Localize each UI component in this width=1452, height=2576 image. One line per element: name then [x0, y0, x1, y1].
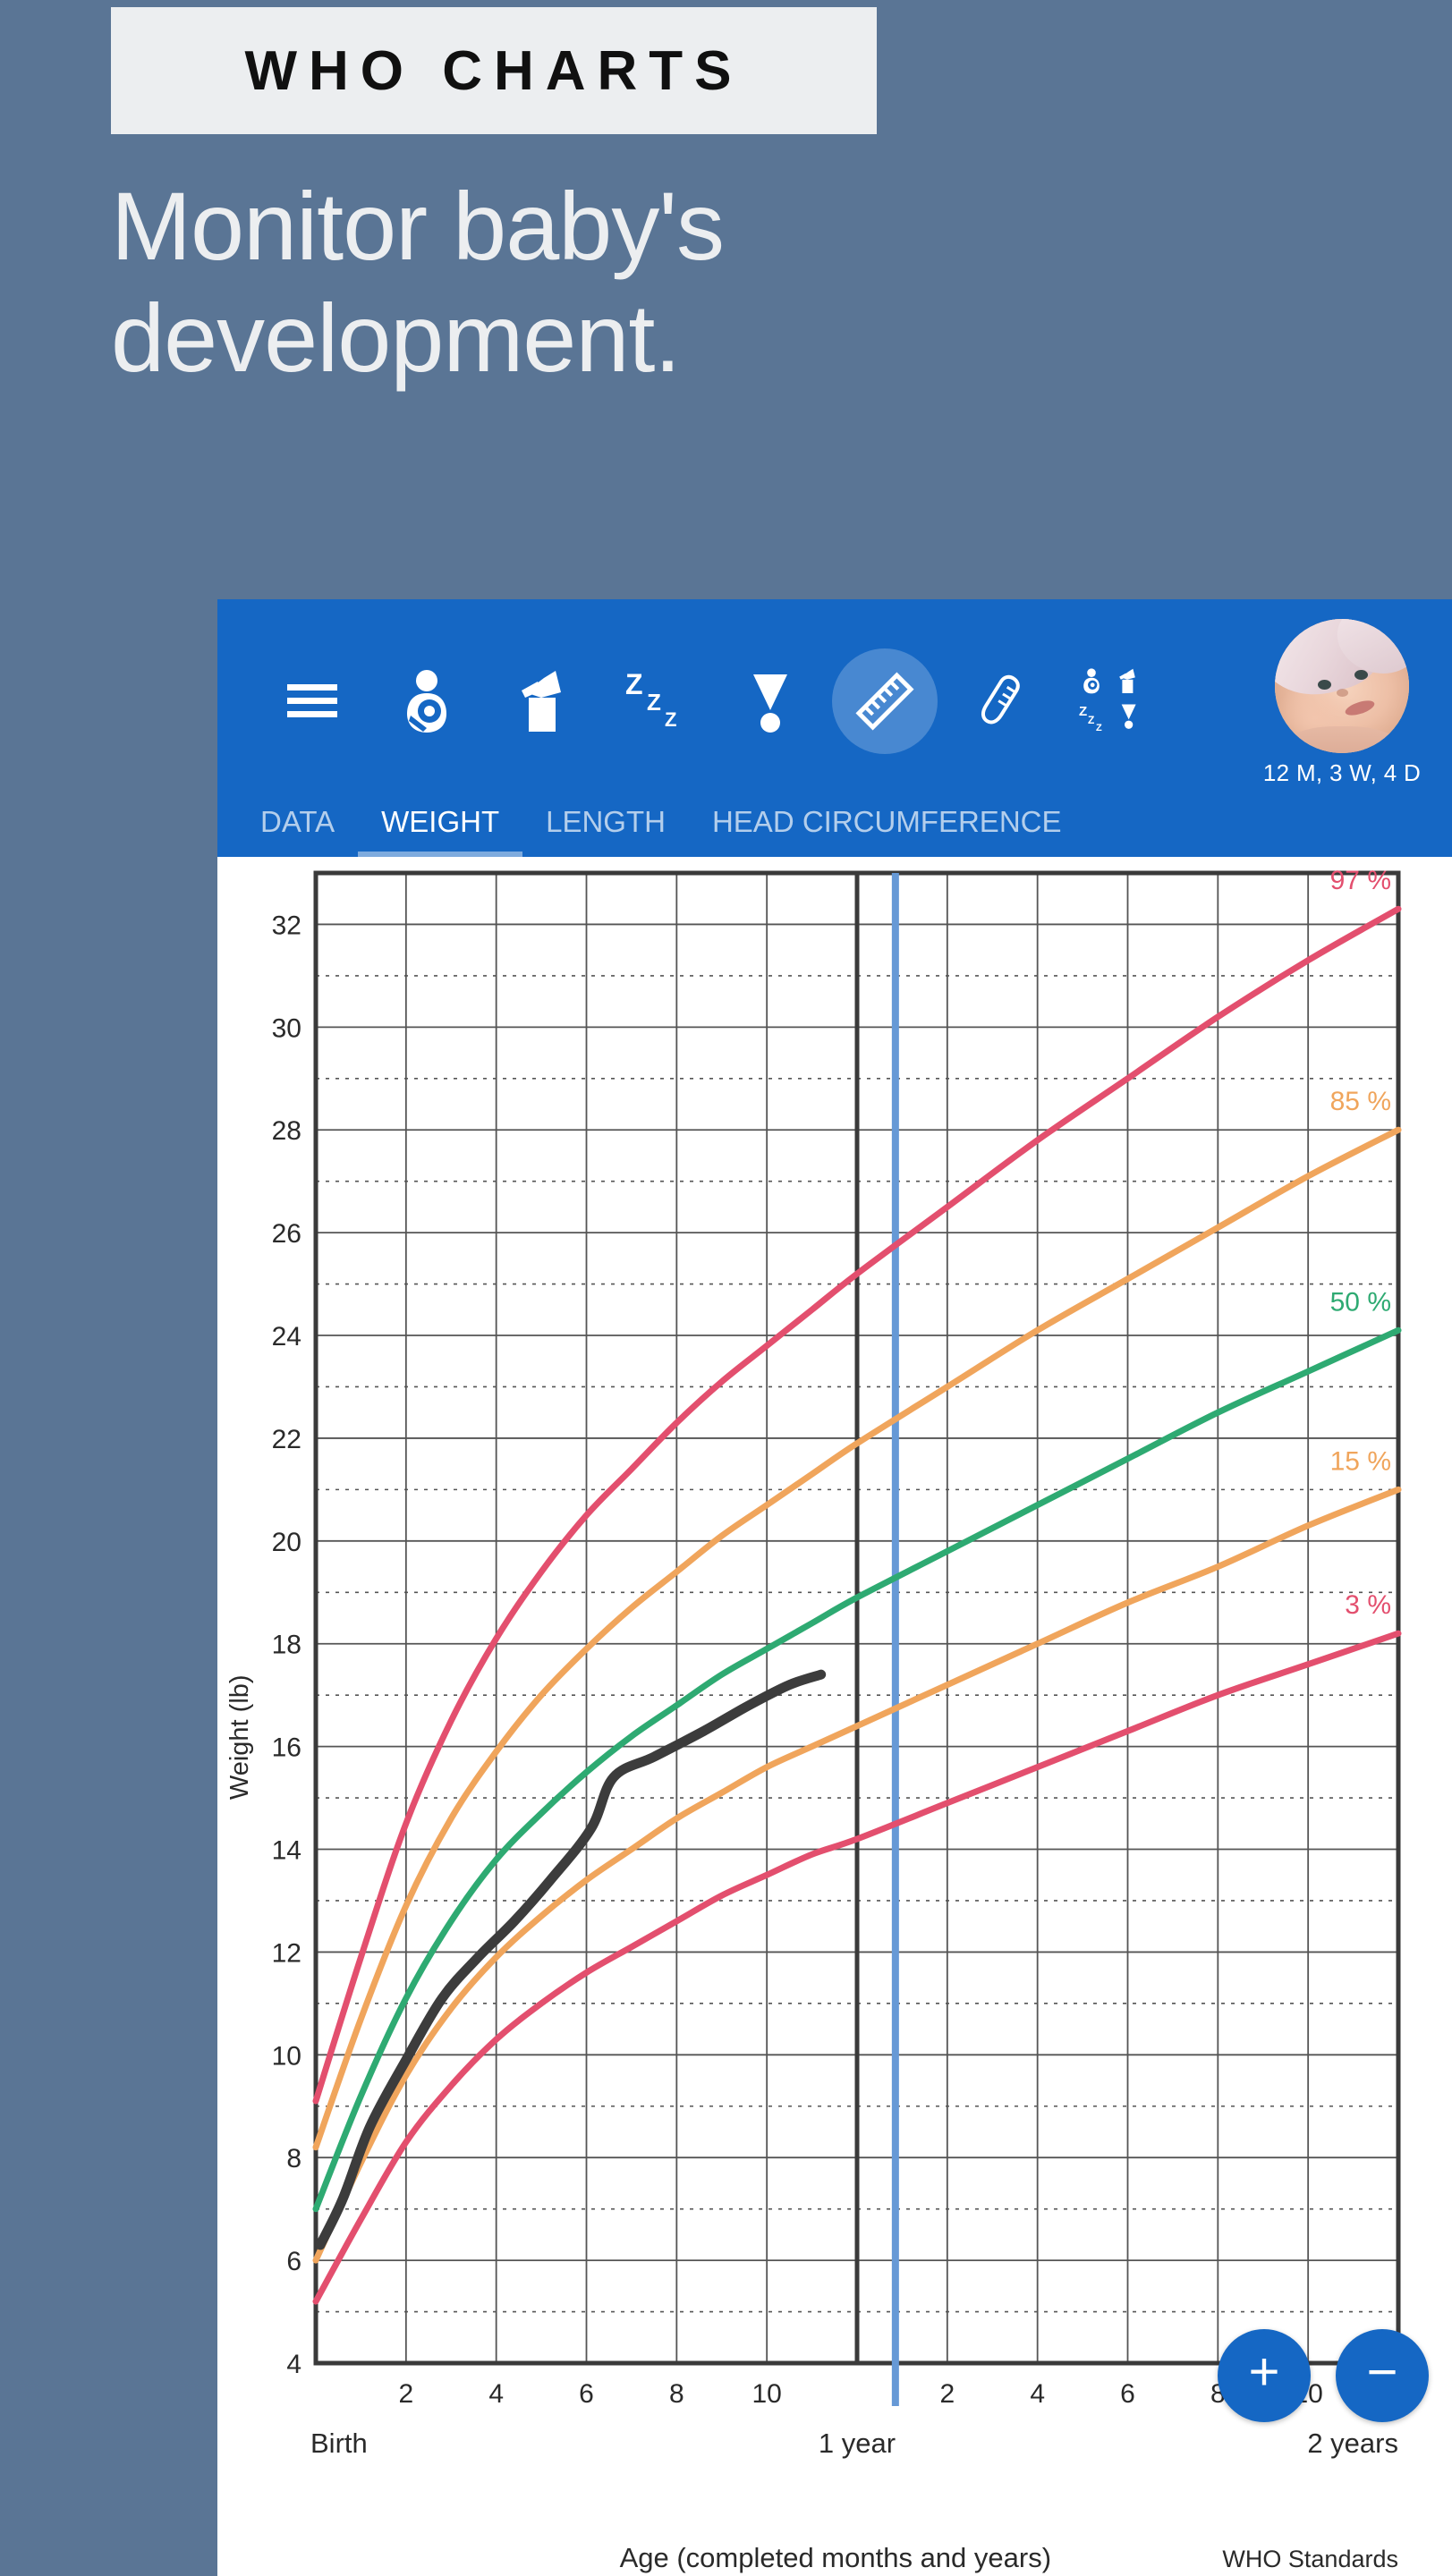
percentile-label: 85 % [1330, 1087, 1391, 1116]
x-axis-tick-label: 4 [1030, 2379, 1045, 2409]
breast-pump-icon-glyph [514, 669, 568, 733]
sleep-icon[interactable]: Z Z Z [599, 639, 713, 764]
percentile-label: 15 % [1330, 1446, 1391, 1476]
sleep-icon-glyph: Z Z Z [624, 669, 688, 733]
avatar-age-label: 12 M, 3 W, 4 D [1262, 759, 1422, 786]
y-axis-tick-label: 12 [272, 1938, 301, 1968]
all-activities-icon[interactable]: Z Z Z [1057, 639, 1171, 764]
percentile-label: 50 % [1330, 1287, 1391, 1317]
add-measurement-fab-label: + [1248, 2342, 1280, 2402]
menu-icon-glyph [287, 682, 337, 720]
ruler-icon[interactable] [828, 639, 942, 764]
breastfeeding-icon[interactable] [369, 639, 484, 764]
breast-pump-icon[interactable] [484, 639, 599, 764]
breastfeeding-icon-glyph [400, 669, 454, 733]
x-axis-boundary-label: 2 years [1307, 2428, 1398, 2459]
svg-text:Z: Z [647, 689, 661, 716]
x-axis-boundary-label: 1 year [819, 2428, 896, 2459]
avatar-nose [1337, 689, 1348, 697]
promo-headline: Monitor baby's development. [111, 172, 725, 393]
growth-chart-svg: 4681012141618202224262830322 4 6 8 10 2 4 6 8 109… [225, 866, 1402, 2573]
thermometer-icon[interactable] [942, 639, 1057, 764]
y-axis-tick-label: 26 [272, 1219, 301, 1249]
diaper-icon-glyph [750, 669, 791, 733]
promo-badge-text: WHO CHARTS [244, 39, 743, 102]
y-axis-tick-label: 32 [272, 911, 301, 940]
avatar[interactable]: 12 M, 3 W, 4 D [1257, 619, 1427, 787]
tab-head-circumference[interactable]: HEAD CIRCUMFERENCE [689, 803, 1085, 859]
y-axis-tick-label: 18 [272, 1631, 301, 1660]
x-axis-tick-label: 2 [939, 2379, 955, 2409]
ruler-icon-glyph [853, 669, 917, 733]
add-measurement-fab[interactable]: + [1218, 2329, 1311, 2422]
app-bar: Z Z Z Z Z Z 12 M, 3 W, 4 D [217, 599, 1452, 803]
chart-source-note: WHO Standards [1222, 2546, 1398, 2572]
y-axis-tick-label: 20 [272, 1528, 301, 1557]
percentile-label: 3 % [1345, 1590, 1391, 1620]
y-axis-tick-label: 8 [286, 2144, 301, 2174]
x-axis-tick-label: 6 [579, 2379, 594, 2409]
menu-icon[interactable] [255, 639, 369, 764]
svg-text:Z: Z [625, 669, 643, 700]
avatar-image [1275, 619, 1409, 753]
x-axis-tick-label: 2 [398, 2379, 413, 2409]
y-axis-tick-label: 30 [272, 1013, 301, 1043]
y-axis-tick-label: 6 [286, 2247, 301, 2276]
promo-badge: WHO CHARTS [111, 7, 877, 134]
y-axis-tick-label: 14 [272, 1836, 301, 1866]
y-axis-title: Weight (lb) [225, 1674, 254, 1800]
avatar-eye-left [1318, 679, 1331, 690]
remove-measurement-fab-label: − [1366, 2342, 1398, 2402]
y-axis-tick-label: 28 [272, 1116, 301, 1146]
y-axis-tick-label: 4 [286, 2350, 301, 2379]
x-axis-boundary-label: Birth [310, 2428, 368, 2459]
all-activities-icon-glyph: Z Z Z [1079, 666, 1149, 736]
app-screenshot: Z Z Z Z Z Z 12 M, 3 W, 4 D DATA WEIGHT L… [217, 599, 1452, 2576]
y-axis-tick-label: 16 [272, 1733, 301, 1763]
svg-text:Z: Z [665, 708, 676, 731]
fab-row: + − [1218, 2329, 1429, 2422]
avatar-eye-right [1354, 670, 1368, 680]
svg-text:Z: Z [1079, 704, 1087, 719]
x-axis-title: Age (completed months and years) [620, 2542, 1051, 2573]
y-axis-tick-label: 24 [272, 1322, 301, 1352]
x-axis-tick-label: 4 [488, 2379, 504, 2409]
svg-text:Z: Z [1088, 714, 1094, 726]
x-axis-tick-label: 6 [1120, 2379, 1135, 2409]
growth-chart[interactable]: 4 6 8 10 12 14 16 18 20 22 24 26 28 30 32 2 4 6 8 10 2 4 6 8 10 9… [217, 857, 1452, 2576]
tab-weight[interactable]: WEIGHT [358, 803, 523, 859]
y-axis-tick-label: 10 [272, 2041, 301, 2071]
tab-length[interactable]: LENGTH [522, 803, 689, 859]
percentile-label: 97 % [1330, 866, 1391, 895]
tab-bar: DATA WEIGHT LENGTH HEAD CIRCUMFERENCE [217, 803, 1452, 859]
y-axis-tick-label: 22 [272, 1425, 301, 1454]
svg-text:Z: Z [1096, 723, 1102, 733]
x-axis-tick-label: 10 [751, 2379, 781, 2409]
remove-measurement-fab[interactable]: − [1336, 2329, 1429, 2422]
diaper-icon[interactable] [713, 639, 828, 764]
x-axis-tick-label: 8 [669, 2379, 684, 2409]
thermometer-icon-glyph [972, 669, 1027, 733]
tab-data[interactable]: DATA [237, 803, 358, 859]
